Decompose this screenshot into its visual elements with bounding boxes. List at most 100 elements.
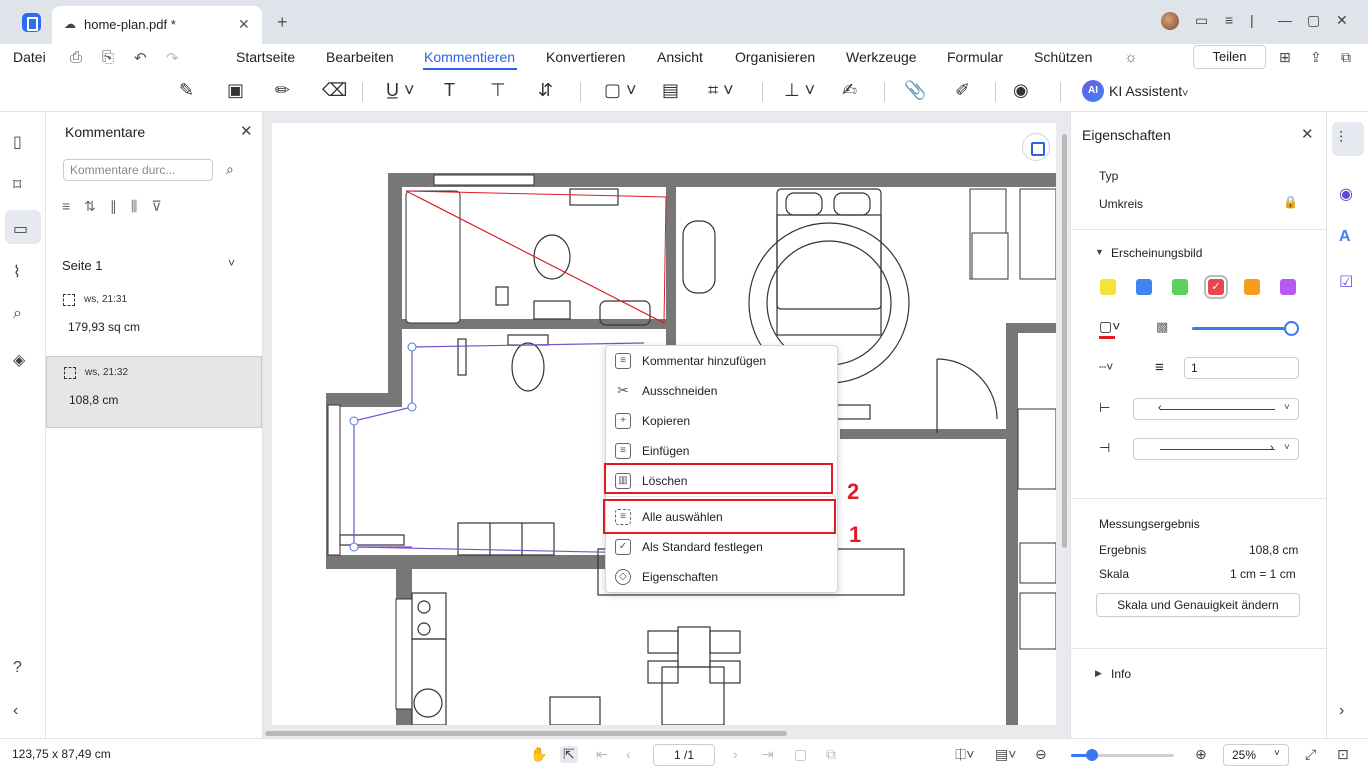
expand-triangle-icon[interactable]: ▶ (1095, 668, 1102, 679)
zoom-slider-knob[interactable] (1086, 749, 1098, 761)
view-mode-icon[interactable]: ⎅˅ (955, 746, 974, 763)
color-swatch-orange[interactable] (1244, 279, 1260, 295)
menu-schuetzen[interactable]: Schützen (1034, 49, 1092, 65)
upload-icon[interactable]: ⇪ (1310, 49, 1322, 66)
translate-icon[interactable]: A (1339, 228, 1351, 246)
chevron-down-icon[interactable]: ˅ (228, 256, 235, 270)
comment-icon[interactable]: ▭ (13, 219, 28, 239)
page-number-input[interactable]: 1 /1 (653, 744, 715, 766)
maximize-icon[interactable]: ▢ (1307, 12, 1320, 29)
lightbulb-icon[interactable]: ☼ (1124, 49, 1138, 66)
line-start-select[interactable]: ‹ ˅ (1133, 398, 1299, 420)
menu-formular[interactable]: Formular (947, 49, 1003, 65)
attachment-icon[interactable]: 📎 (904, 78, 926, 102)
signature-icon[interactable]: ✍ (842, 78, 857, 102)
line-style-icon[interactable]: ┄˅ (1099, 360, 1113, 374)
fullscreen-icon[interactable]: ⤢ (1305, 746, 1316, 763)
menu-copy[interactable]: + Kopieren (606, 406, 839, 436)
menu-file[interactable]: Datei (13, 49, 46, 65)
opacity-slider[interactable] (1192, 327, 1292, 330)
search-icon[interactable]: ⌕ (13, 305, 22, 323)
menu-ansicht[interactable]: Ansicht (657, 49, 703, 65)
textbox-icon[interactable]: ⊤ (490, 78, 506, 102)
color-swatch-yellow[interactable] (1100, 279, 1116, 295)
measure-icon[interactable]: ⌗ ˅ (708, 78, 734, 102)
menu-startseite[interactable]: Startseite (236, 49, 295, 65)
callout-icon[interactable]: ⇵ (538, 78, 553, 102)
opacity-slider-knob[interactable] (1284, 321, 1299, 336)
note-icon[interactable]: ▤ (662, 78, 679, 102)
last-page-icon[interactable]: ⇥ (762, 746, 774, 763)
stamp-icon[interactable]: ⊥ ˅ (784, 78, 815, 102)
comment-item-selected[interactable]: ws, 21:32 108,8 cm (46, 356, 262, 428)
help-icon[interactable]: ? (13, 659, 22, 677)
eye-icon[interactable]: ◉ (1013, 78, 1029, 102)
eraser-icon[interactable]: ⌫ (322, 78, 347, 102)
horizontal-scrollbar[interactable] (265, 731, 787, 736)
undo-icon[interactable]: ↶ (134, 49, 147, 67)
text-icon[interactable]: T (444, 78, 455, 102)
info-label[interactable]: Info (1111, 667, 1131, 681)
page-layout-icon[interactable]: ▤˅ (995, 746, 1016, 763)
share-button[interactable]: Teilen (1193, 45, 1266, 69)
chevron-right-icon[interactable]: › (1339, 702, 1344, 720)
menu-organisieren[interactable]: Organisieren (735, 49, 815, 65)
line-width-input[interactable]: 1 (1184, 357, 1299, 379)
ai-robot-icon[interactable]: ◉ (1339, 184, 1353, 204)
redo-icon[interactable]: ↷ (166, 49, 179, 67)
color-swatch-green[interactable] (1172, 279, 1188, 295)
opacity-icon[interactable]: ▩ (1156, 319, 1168, 335)
task-check-icon[interactable]: ☑ (1339, 272, 1353, 292)
vertical-scrollbar[interactable] (1062, 134, 1067, 548)
fit-width-icon[interactable]: ▢ (794, 746, 807, 763)
first-page-icon[interactable]: ⇤ (596, 746, 608, 763)
comment-filter-tools[interactable]: ≡⇅∥⫼⊽ (62, 198, 176, 215)
new-tab-button[interactable]: + (277, 12, 288, 33)
save-icon[interactable]: ⎙ (70, 49, 82, 66)
page-thumbnail-icon[interactable]: ▯ (13, 132, 22, 152)
stroke-color-icon[interactable]: ▢˅ (1099, 318, 1120, 335)
menu-konvertieren[interactable]: Konvertieren (546, 49, 625, 65)
ai-assistant-icon[interactable]: AI (1082, 80, 1104, 102)
comments-search-input[interactable]: Kommentare durc... (63, 159, 213, 181)
rotate-icon[interactable]: ⧉ (826, 746, 836, 763)
message-icon[interactable]: ▭ (1195, 12, 1208, 29)
select-tool-icon[interactable]: ⇱ (560, 746, 578, 763)
color-swatch-blue[interactable] (1136, 279, 1152, 295)
fit-page-icon[interactable] (1022, 133, 1050, 161)
minimize-icon[interactable]: — (1278, 12, 1292, 28)
menu-properties[interactable]: ◇ Eigenschaften (606, 562, 839, 592)
tab-close-icon[interactable]: ✕ (238, 16, 250, 33)
menu-bearbeiten[interactable]: Bearbeiten (326, 49, 394, 65)
edit-comment-icon[interactable]: ✐ (955, 78, 970, 102)
menu-cut[interactable]: ✂ Ausschneiden (606, 376, 839, 406)
zoom-select[interactable]: 25% ˅ (1223, 744, 1289, 766)
hand-tool-icon[interactable]: ✋ (530, 746, 547, 763)
expand-triangle-icon[interactable]: ▼ (1095, 247, 1104, 257)
zoom-in-icon[interactable]: ⊕ (1195, 746, 1207, 763)
underline-icon[interactable]: U̲ ˅ (386, 78, 415, 102)
close-icon[interactable]: ✕ (1301, 125, 1314, 143)
menu-set-default[interactable]: ✓ Als Standard festlegen (606, 532, 839, 562)
menu-werkzeuge[interactable]: Werkzeuge (846, 49, 917, 65)
line-end-select[interactable]: › ˅ (1133, 438, 1299, 460)
network-icon[interactable]: ⊞ (1279, 49, 1291, 66)
shape-icon[interactable]: ▢ ˅ (604, 78, 637, 102)
properties-sliders-icon[interactable]: ⫶ (1339, 130, 1343, 148)
lock-icon[interactable]: 🔒 (1283, 195, 1298, 209)
ai-assistant-button[interactable]: KI Assistent (1109, 83, 1182, 99)
menu-kommentieren[interactable]: Kommentieren (424, 49, 515, 65)
print-icon[interactable]: ⎘ (102, 49, 114, 66)
area-highlight-icon[interactable]: ▣ (227, 78, 244, 102)
layers-icon[interactable]: ◈ (13, 350, 25, 370)
external-icon[interactable]: ⧉ (1341, 49, 1351, 66)
more-menu-icon[interactable]: ≡ (1225, 12, 1233, 28)
close-icon[interactable]: ✕ (240, 122, 253, 140)
comment-item[interactable]: ws, 21:31 179,93 sq cm (46, 284, 262, 356)
document-tab[interactable]: ☁ home-plan.pdf * ✕ (52, 6, 262, 44)
scale-accuracy-button[interactable]: Skala und Genauigkeit ändern (1096, 593, 1300, 617)
color-swatch-purple[interactable] (1280, 279, 1296, 295)
next-page-icon[interactable]: › (733, 746, 738, 762)
search-icon[interactable]: ⌕ (226, 161, 234, 178)
highlight-icon[interactable]: ✎ (179, 78, 194, 102)
